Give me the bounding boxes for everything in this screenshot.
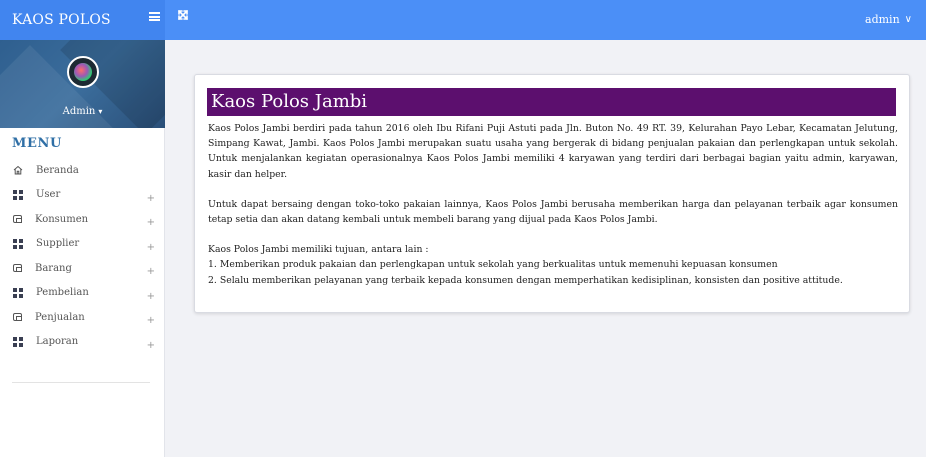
menu-divider [12, 382, 150, 383]
sidebar-item-label: Pembelian [36, 287, 89, 299]
goal-item-1: 1. Memberikan produk pakaian dan perleng… [208, 259, 778, 271]
sidebar-profile: Admin ▾ [0, 40, 165, 128]
sidebar-item-user[interactable]: User + [0, 183, 165, 208]
expand-plus-icon: + [146, 315, 155, 326]
avatar [67, 56, 99, 88]
expand-plus-icon: + [146, 266, 155, 277]
sidebar-item-penjualan[interactable]: Penjualan + [0, 305, 165, 330]
sidebar-item-label: Penjualan [35, 311, 85, 323]
sidebar-item-pembelian[interactable]: Pembelian + [0, 281, 165, 306]
expand-plus-icon: + [146, 217, 155, 228]
user-dropdown[interactable]: admin ∨ [865, 13, 912, 26]
expand-plus-icon: + [146, 290, 155, 302]
sidebar-item-label: Laporan [36, 336, 79, 348]
top-navbar: KAOS POLOS admin ∨ [0, 0, 926, 40]
sidebar-toggle-icon[interactable] [149, 11, 160, 21]
expand-plus-icon: + [146, 241, 155, 253]
chat-icon [13, 264, 22, 273]
fullscreen-icon[interactable] [176, 8, 190, 22]
home-icon [13, 166, 23, 175]
sidebar-menu: Beranda User + Konsumen + Supplier + Bar… [0, 158, 165, 354]
grid-icon [13, 287, 23, 298]
chat-icon [13, 313, 22, 322]
sidebar-item-label: User [36, 189, 61, 201]
grid-icon [13, 238, 23, 249]
sidebar-item-barang[interactable]: Barang + [0, 256, 165, 281]
chevron-down-icon: ∨ [904, 14, 912, 25]
brand-logo-text[interactable]: KAOS POLOS [12, 12, 111, 28]
grid-icon [13, 189, 23, 200]
expand-plus-icon: + [146, 339, 155, 351]
strategy-paragraph: Untuk dapat bersaing dengan toko-toko pa… [208, 198, 898, 226]
user-name: admin [865, 13, 900, 26]
profile-dropdown[interactable]: Admin ▾ [0, 106, 165, 117]
sidebar-item-label: Barang [35, 262, 72, 274]
sidebar-item-beranda[interactable]: Beranda [0, 158, 165, 183]
about-paragraph: Kaos Polos Jambi berdiri pada tahun 2016… [208, 123, 898, 180]
goal-item-2: 2. Selalu memberikan pelayanan yang terb… [208, 274, 843, 286]
sidebar: Admin ▾ MENU Beranda User + Konsumen + Su… [0, 40, 165, 457]
content-card: Kaos Polos Jambi Kaos Polos Jambi berdir… [194, 74, 910, 313]
sidebar-item-label: Konsumen [35, 213, 89, 225]
goals-intro: Kaos Polos Jambi memiliki tujuan, antara… [208, 244, 429, 256]
grid-icon [13, 336, 23, 347]
sidebar-item-konsumen[interactable]: Konsumen + [0, 207, 165, 232]
sidebar-item-laporan[interactable]: Laporan + [0, 330, 165, 355]
page-title: Kaos Polos Jambi [207, 88, 896, 116]
content-body: Kaos Polos Jambi berdiri pada tahun 2016… [208, 121, 898, 288]
sidebar-item-label: Beranda [36, 164, 79, 176]
chat-icon [13, 215, 22, 224]
caret-down-icon: ▾ [98, 107, 103, 116]
menu-heading: MENU [12, 136, 62, 151]
brand-area: KAOS POLOS [0, 0, 165, 40]
sidebar-item-supplier[interactable]: Supplier + [0, 232, 165, 257]
profile-name: Admin [62, 106, 96, 117]
expand-plus-icon: + [146, 192, 155, 204]
sidebar-item-label: Supplier [36, 238, 80, 250]
